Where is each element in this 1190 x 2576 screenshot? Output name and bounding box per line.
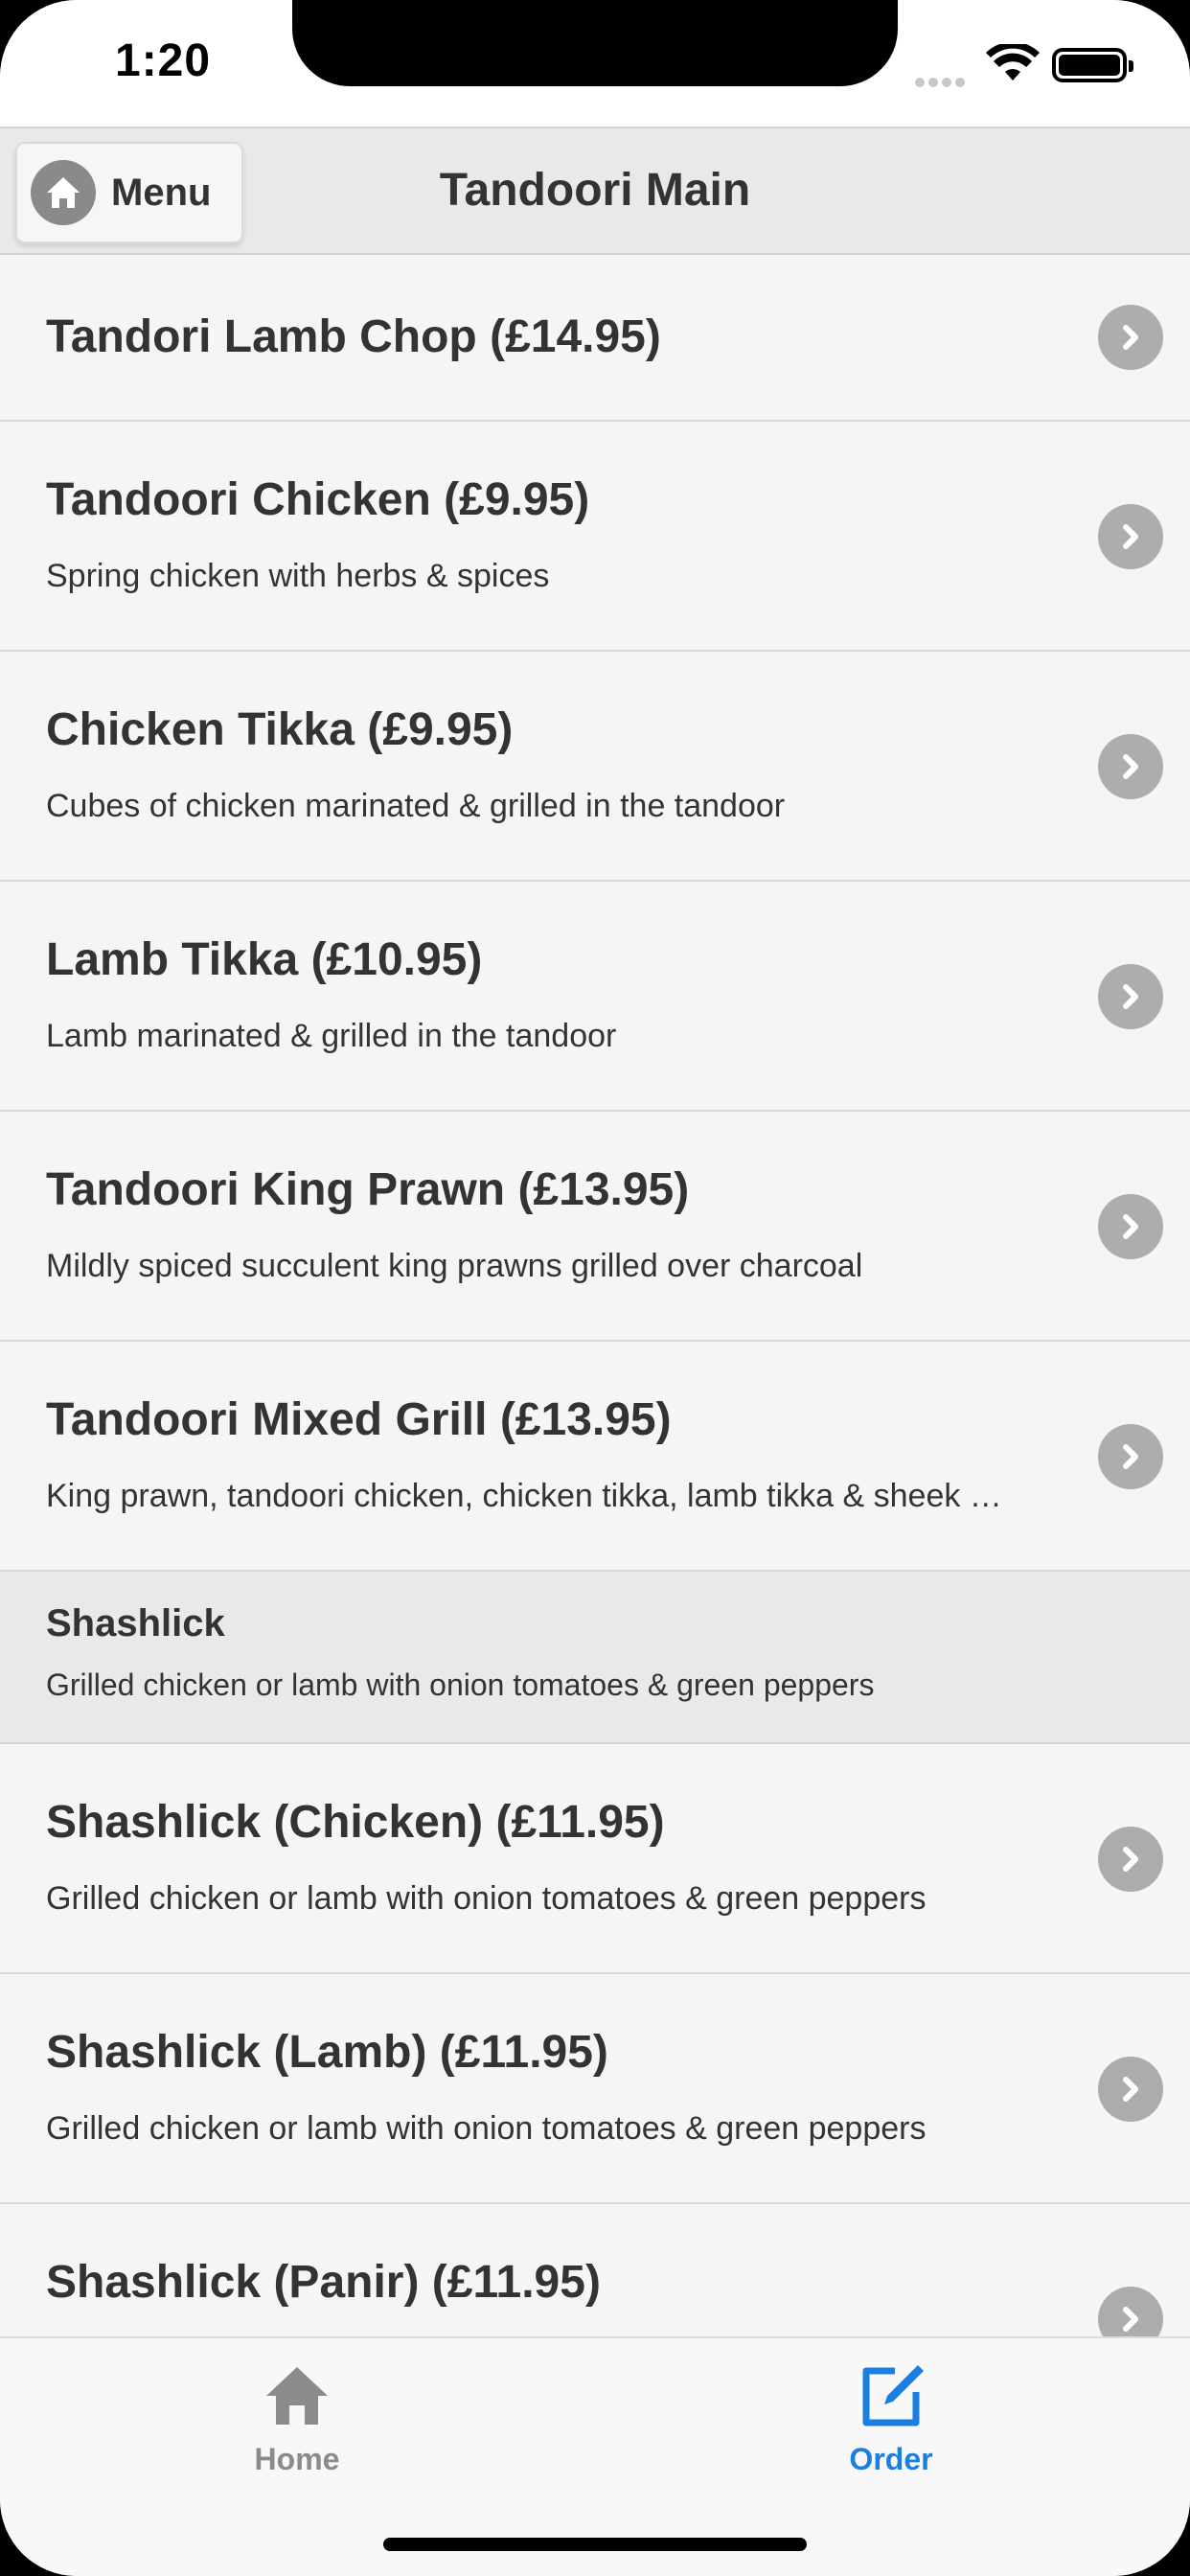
item-title: Tandori Lamb Chop (£14.95) bbox=[46, 311, 661, 362]
section-description: Grilled chicken or lamb with onion tomat… bbox=[46, 1668, 875, 1702]
wifi-icon bbox=[986, 44, 1040, 80]
list-item[interactable]: Tandoori Chicken (£9.95) Spring chicken … bbox=[0, 422, 1190, 652]
item-title: Shashlick (Lamb) (£11.95) bbox=[46, 2027, 608, 2078]
app-screen: 1:20 Tandoori Main Menu Tandori Lamb Cho… bbox=[0, 0, 1190, 2576]
chevron-right-icon bbox=[1098, 2287, 1163, 2336]
chevron-right-icon bbox=[1098, 504, 1163, 569]
list-item[interactable]: Tandoori Mixed Grill (£13.95) King prawn… bbox=[0, 1342, 1190, 1572]
home-indicator bbox=[383, 2538, 807, 2551]
menu-item-list: Tandori Lamb Chop (£14.95) Tandoori Chic… bbox=[0, 255, 1190, 2336]
item-description: Spring chicken with herbs & spices bbox=[46, 558, 550, 594]
item-description: Grilled chicken or lamb with onion tomat… bbox=[46, 2110, 927, 2147]
notch bbox=[292, 0, 898, 86]
tab-home-label: Home bbox=[254, 2442, 340, 2476]
chevron-right-icon bbox=[1098, 305, 1163, 370]
battery-icon bbox=[1052, 48, 1133, 82]
chevron-right-icon bbox=[1098, 1424, 1163, 1489]
item-title: Shashlick (Panir) (£11.95) bbox=[46, 2257, 601, 2308]
chevron-right-icon bbox=[1098, 964, 1163, 1029]
chevron-right-icon bbox=[1098, 734, 1163, 799]
list-item[interactable]: Tandoori King Prawn (£13.95) Mildly spic… bbox=[0, 1112, 1190, 1342]
item-title: Chicken Tikka (£9.95) bbox=[46, 704, 514, 755]
list-item[interactable]: Shashlick (Chicken) (£11.95) Grilled chi… bbox=[0, 1744, 1190, 1974]
section-header-shashlick: Shashlick Grilled chicken or lamb with o… bbox=[0, 1572, 1190, 1744]
home-icon bbox=[31, 160, 96, 225]
tab-home[interactable]: Home bbox=[182, 2361, 412, 2477]
status-bar: 1:20 bbox=[0, 0, 1190, 126]
item-title: Tandoori Chicken (£9.95) bbox=[46, 474, 590, 525]
item-description: King prawn, tandoori chicken, chicken ti… bbox=[46, 1478, 1002, 1514]
item-description: Mildly spiced succulent king prawns gril… bbox=[46, 1248, 863, 1284]
chevron-right-icon bbox=[1098, 2057, 1163, 2122]
item-title: Tandoori Mixed Grill (£13.95) bbox=[46, 1394, 672, 1445]
menu-button[interactable]: Menu bbox=[15, 142, 243, 243]
edit-icon bbox=[862, 2365, 924, 2426]
list-item[interactable]: Tandori Lamb Chop (£14.95) bbox=[0, 255, 1190, 422]
section-title: Shashlick bbox=[46, 1602, 225, 1644]
chevron-right-icon bbox=[1098, 1827, 1163, 1892]
list-item[interactable]: Shashlick (Lamb) (£11.95) Grilled chicke… bbox=[0, 1974, 1190, 2204]
header-bar: Tandoori Main Menu bbox=[0, 126, 1190, 255]
item-description: Cubes of chicken marinated & grilled in … bbox=[46, 788, 786, 824]
list-item[interactable]: Chicken Tikka (£9.95) Cubes of chicken m… bbox=[0, 652, 1190, 882]
item-title: Tandoori King Prawn (£13.95) bbox=[46, 1164, 690, 1215]
tab-order-label: Order bbox=[849, 2442, 933, 2476]
status-time: 1:20 bbox=[115, 35, 212, 86]
chevron-right-icon bbox=[1098, 1194, 1163, 1259]
menu-button-label: Menu bbox=[111, 171, 212, 214]
cellular-signal-icon bbox=[915, 75, 969, 92]
item-description: Lamb marinated & grilled in the tandoor bbox=[46, 1018, 617, 1054]
home-icon bbox=[266, 2367, 328, 2425]
list-item[interactable]: Shashlick (Panir) (£11.95) bbox=[0, 2204, 1190, 2336]
list-item[interactable]: Lamb Tikka (£10.95) Lamb marinated & gri… bbox=[0, 882, 1190, 1112]
item-title: Shashlick (Chicken) (£11.95) bbox=[46, 1797, 665, 1848]
item-description: Grilled chicken or lamb with onion tomat… bbox=[46, 1880, 927, 1917]
tab-order[interactable]: Order bbox=[776, 2361, 1006, 2477]
item-title: Lamb Tikka (£10.95) bbox=[46, 934, 483, 985]
